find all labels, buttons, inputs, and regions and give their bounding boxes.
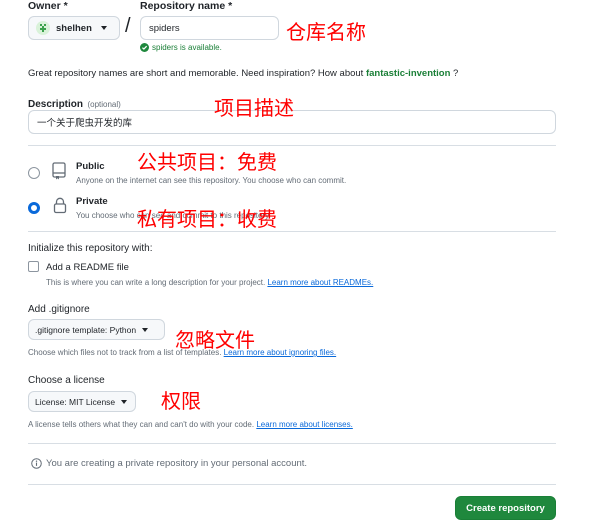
- description-optional: (optional): [87, 100, 121, 109]
- name-tip: Great repository names are short and mem…: [28, 68, 458, 79]
- gitignore-heading: Add .gitignore: [28, 304, 90, 315]
- annotation-private: 私有项目：收费: [137, 207, 277, 231]
- chevron-down-icon: [100, 26, 107, 30]
- annotation-license: 权限: [161, 389, 201, 413]
- repo-name-label: Repository name *: [140, 0, 233, 12]
- readme-help: This is where you can write a long descr…: [46, 278, 373, 287]
- readme-help-text: This is where you can write a long descr…: [46, 278, 268, 287]
- chevron-down-icon: [121, 399, 128, 404]
- owner-repo-separator: /: [125, 15, 131, 37]
- name-tip-text: Great repository names are short and mem…: [28, 68, 366, 79]
- license-learn-more-link[interactable]: Learn more about licenses.: [256, 420, 353, 429]
- name-tip-suffix: ?: [450, 68, 459, 79]
- repo-name-value: spiders: [149, 22, 180, 34]
- create-repository-form: Owner * shelhen / Repository name * spid…: [0, 0, 596, 525]
- private-notice: You are creating a private repository in…: [31, 458, 307, 469]
- divider: [28, 145, 556, 146]
- annotation-repo-name: 仓库名称: [286, 20, 366, 44]
- readme-learn-more-link[interactable]: Learn more about READMEs.: [267, 278, 373, 287]
- owner-dropdown[interactable]: shelhen: [28, 16, 120, 40]
- owner-label: Owner *: [28, 0, 68, 12]
- readme-checkbox[interactable]: [28, 261, 39, 272]
- private-radio[interactable]: [28, 202, 40, 214]
- check-circle-icon: [140, 43, 149, 52]
- public-description: Anyone on the internet can see this repo…: [76, 176, 347, 185]
- readme-label[interactable]: Add a README file: [46, 262, 129, 273]
- description-label: Description: [28, 99, 84, 110]
- repo-name-status: spiders is available.: [140, 43, 222, 52]
- divider: [28, 231, 556, 232]
- description-value: 一个关于爬虫开发的库: [37, 118, 133, 129]
- public-radio[interactable]: [28, 167, 40, 179]
- annotation-description: 项目描述: [214, 96, 294, 120]
- name-suggestion-link[interactable]: fantastic-invention: [366, 68, 450, 79]
- init-heading: Initialize this repository with:: [28, 243, 153, 254]
- annotation-public: 公共项目：免费: [137, 150, 277, 174]
- annotation-gitignore: 忽略文件: [175, 328, 255, 352]
- license-dropdown[interactable]: License: MIT License: [28, 391, 136, 412]
- lock-icon: [53, 197, 67, 219]
- owner-name: shelhen: [56, 22, 92, 34]
- private-notice-text: You are creating a private repository in…: [46, 458, 308, 469]
- public-title: Public: [76, 161, 105, 172]
- chevron-down-icon: [142, 327, 149, 332]
- gitignore-dropdown[interactable]: .gitignore template: Python: [28, 319, 165, 340]
- create-repository-button[interactable]: Create repository: [455, 496, 556, 520]
- license-help-text: A license tells others what they can and…: [28, 420, 257, 429]
- private-title: Private: [76, 196, 108, 207]
- divider: [28, 443, 556, 444]
- license-dropdown-label: License: MIT License: [35, 396, 116, 407]
- license-heading: Choose a license: [28, 375, 105, 386]
- repo-name-input[interactable]: spiders: [140, 16, 279, 40]
- repo-name-status-text: spiders is available.: [152, 43, 222, 52]
- divider: [28, 484, 556, 485]
- owner-avatar: [36, 21, 50, 35]
- repo-icon: [52, 162, 67, 185]
- gitignore-dropdown-label: .gitignore template: Python: [35, 324, 137, 335]
- license-help: A license tells others what they can and…: [28, 420, 353, 429]
- info-icon: [31, 458, 42, 469]
